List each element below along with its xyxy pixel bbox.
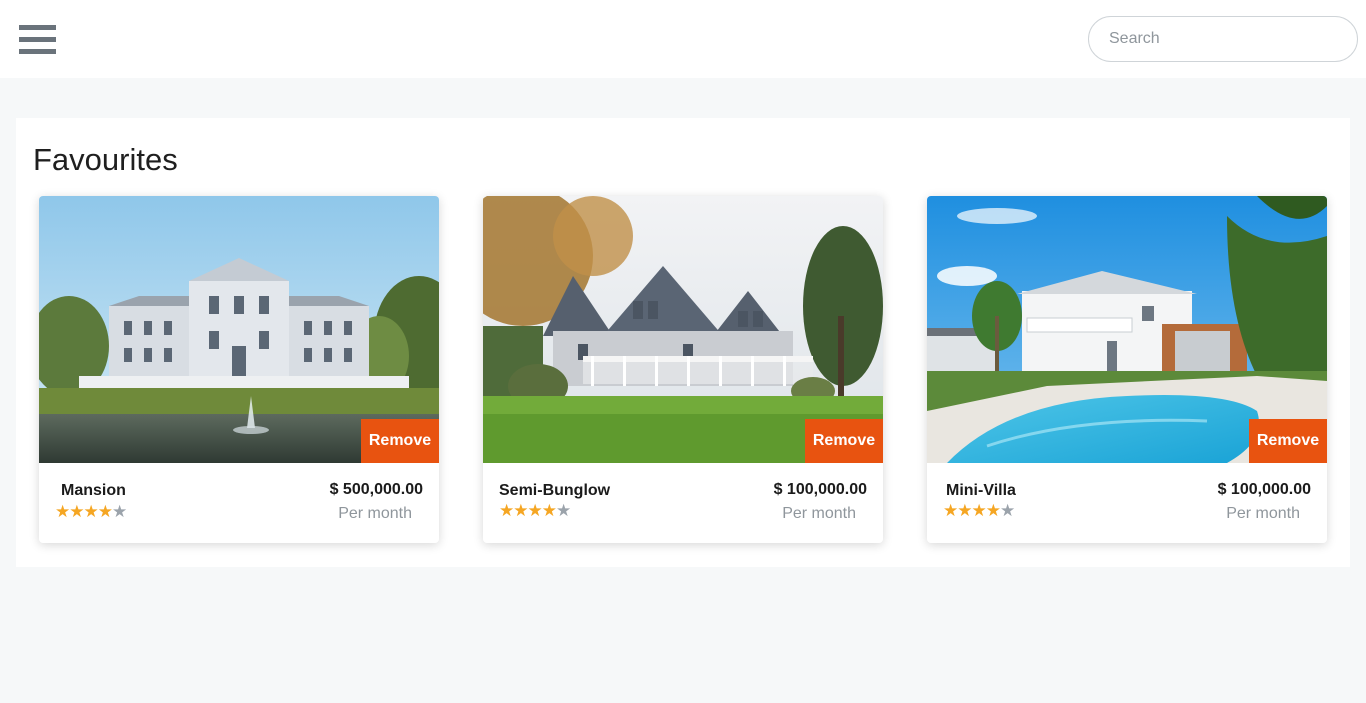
- star-empty-icon: ★: [556, 501, 571, 520]
- star-icon: ★: [943, 501, 958, 520]
- star-empty-icon: ★: [112, 502, 127, 521]
- per-month-label: Per month: [1226, 505, 1300, 522]
- star-rating: ★★★★★: [499, 501, 571, 521]
- star-icon: ★: [957, 501, 972, 520]
- star-icon: ★: [541, 501, 557, 520]
- top-bar: [0, 0, 1366, 78]
- page-title: Favourites: [33, 142, 178, 177]
- property-card-mansion[interactable]: Remove Mansion ★★★★★ $ 500,000.00 Per mo…: [39, 196, 439, 543]
- star-icon: ★: [527, 501, 543, 520]
- per-month-label: Per month: [782, 505, 856, 522]
- per-month-label: Per month: [338, 505, 412, 522]
- search-input[interactable]: [1088, 16, 1358, 62]
- property-name: Semi-Bunglow: [499, 482, 611, 499]
- star-icon: ★: [499, 501, 514, 520]
- star-rating: ★★★★★: [943, 501, 1015, 521]
- star-icon: ★: [971, 501, 987, 520]
- star-icon: ★: [985, 501, 1001, 520]
- star-icon: ★: [55, 502, 70, 521]
- property-price: $ 100,000.00: [773, 481, 867, 498]
- star-rating: ★★★★★: [55, 502, 127, 522]
- property-card-mini-villa[interactable]: Remove Mini-Villa ★★★★★ $ 100,000.00 Per…: [927, 196, 1327, 543]
- remove-button[interactable]: Remove: [805, 419, 883, 463]
- property-card-semi-bunglow[interactable]: Remove Semi-Bunglow ★★★★★ $ 100,000.00 P…: [483, 196, 883, 543]
- star-icon: ★: [83, 502, 99, 521]
- property-price: $ 100,000.00: [1217, 481, 1311, 498]
- favourites-panel: Favourites Remove Mansion ★★★★★ $ 500,00…: [16, 118, 1350, 567]
- star-icon: ★: [69, 502, 84, 521]
- star-empty-icon: ★: [1000, 501, 1015, 520]
- property-name: Mansion: [61, 482, 126, 499]
- hamburger-menu-icon[interactable]: [19, 25, 57, 57]
- remove-button[interactable]: Remove: [1249, 419, 1327, 463]
- star-icon: ★: [97, 502, 113, 521]
- property-price: $ 500,000.00: [329, 481, 423, 498]
- property-name: Mini-Villa: [946, 482, 1016, 499]
- star-icon: ★: [513, 501, 528, 520]
- remove-button[interactable]: Remove: [361, 419, 439, 463]
